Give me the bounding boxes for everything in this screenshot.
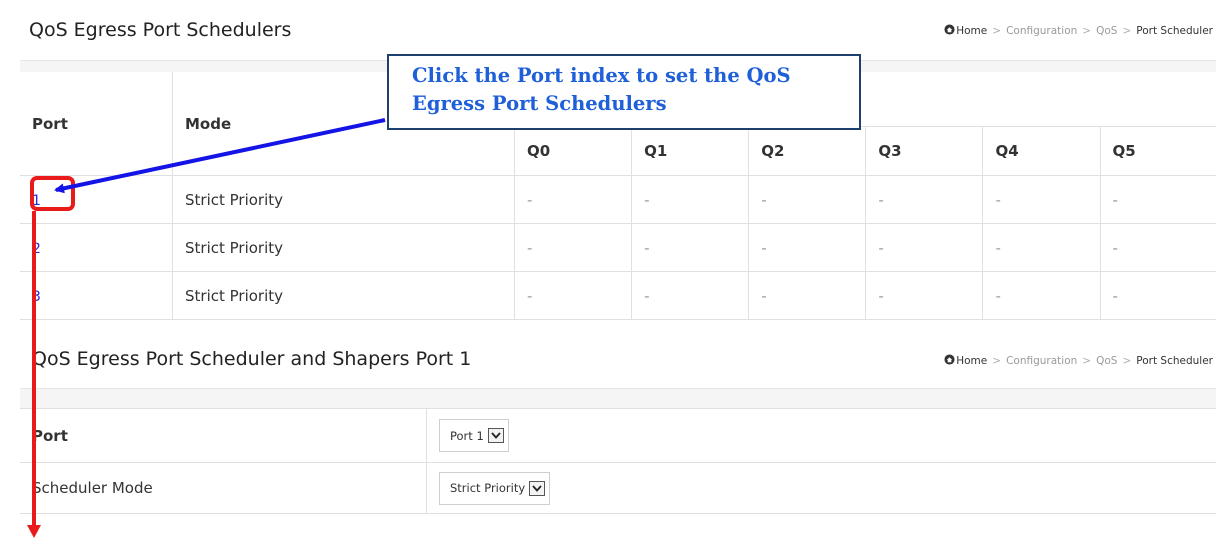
col-header-q2: Q2: [748, 126, 866, 176]
weight-cell: -: [982, 223, 1101, 272]
chevron-down-icon[interactable]: [487, 428, 504, 443]
mode-cell: Strict Priority: [172, 175, 515, 224]
breadcrumb-qos[interactable]: QoS: [1096, 25, 1117, 37]
weight-cell: -: [513, 175, 632, 224]
chevron-down-icon[interactable]: [529, 480, 546, 496]
instruction-callout: Click the Port index to set the QoS Egre…: [387, 54, 861, 130]
detail-page-header: QoS Egress Port Scheduler and Shapers Po…: [20, 340, 1216, 389]
weight-cell: -: [513, 271, 632, 320]
table-row: 3 Strict Priority - - - - - -: [20, 271, 1216, 320]
weight-cell: -: [1099, 271, 1216, 320]
port-select-value: Port 1: [450, 428, 484, 443]
page-header: QoS Egress Port Schedulers Home > Configur…: [20, 0, 1216, 61]
breadcrumb-configuration[interactable]: Configuration: [1006, 355, 1077, 367]
home-icon: [944, 24, 955, 35]
breadcrumb-qos[interactable]: QoS: [1096, 355, 1117, 367]
weight-cell: -: [748, 223, 866, 272]
weight-cell: -: [748, 271, 866, 320]
col-header-q3: Q3: [865, 126, 983, 176]
weight-cell: -: [865, 223, 983, 272]
weight-cell: -: [1099, 223, 1216, 272]
weight-cell: -: [631, 223, 749, 272]
col-header-q5: Q5: [1099, 126, 1216, 176]
breadcrumb: Home > Configuration > QoS > Port Scheduler: [944, 354, 1213, 367]
scheduler-mode-label: Scheduler Mode: [20, 462, 427, 514]
col-header-q1: Q1: [631, 126, 749, 176]
callout-line-1: Click the Port index to set the QoS: [412, 64, 791, 87]
mode-cell: Strict Priority: [172, 271, 515, 320]
weight-cell: -: [631, 271, 749, 320]
table-row: 1 Strict Priority - - - - - -: [20, 175, 1216, 224]
port-settings-table: Port Port 1 Scheduler Mode Strict Priori…: [20, 408, 1216, 514]
breadcrumb-home[interactable]: Home: [956, 355, 987, 367]
detail-page-title: QoS Egress Port Scheduler and Shapers Po…: [32, 348, 472, 370]
weight-cell: -: [982, 175, 1101, 224]
weight-cell: -: [631, 175, 749, 224]
weight-cell: -: [1099, 175, 1216, 224]
scheduler-mode-value: Strict Priority: [450, 481, 526, 495]
col-header-q4: Q4: [982, 126, 1101, 176]
home-icon: [944, 354, 955, 365]
weight-cell: -: [865, 271, 983, 320]
mode-cell: Strict Priority: [172, 223, 515, 272]
breadcrumb-home[interactable]: Home: [956, 25, 987, 37]
breadcrumb-configuration[interactable]: Configuration: [1006, 25, 1077, 37]
weight-cell: -: [748, 175, 866, 224]
weight-cell: -: [513, 223, 632, 272]
col-header-q0: Q0: [513, 126, 632, 176]
port-label: Port: [20, 408, 427, 463]
weight-cell: -: [982, 271, 1101, 320]
highlight-box: [30, 176, 75, 211]
port-link-2[interactable]: 2: [32, 241, 41, 257]
header-spacer: [20, 389, 1216, 408]
table-row: 2 Strict Priority - - - - - -: [20, 223, 1216, 272]
page-title: QoS Egress Port Schedulers: [29, 19, 292, 41]
weight-cell: -: [865, 175, 983, 224]
col-header-port: Port: [20, 72, 173, 176]
port-select[interactable]: Port 1: [439, 419, 509, 452]
callout-line-2: Egress Port Schedulers: [412, 92, 667, 115]
breadcrumb-current: Port Scheduler: [1136, 355, 1213, 367]
scheduler-mode-select[interactable]: Strict Priority: [439, 471, 551, 505]
port-link-3[interactable]: 3: [32, 289, 41, 305]
breadcrumb: Home > Configuration > QoS > Port Scheduler: [944, 24, 1213, 37]
breadcrumb-current: Port Scheduler: [1136, 25, 1213, 37]
